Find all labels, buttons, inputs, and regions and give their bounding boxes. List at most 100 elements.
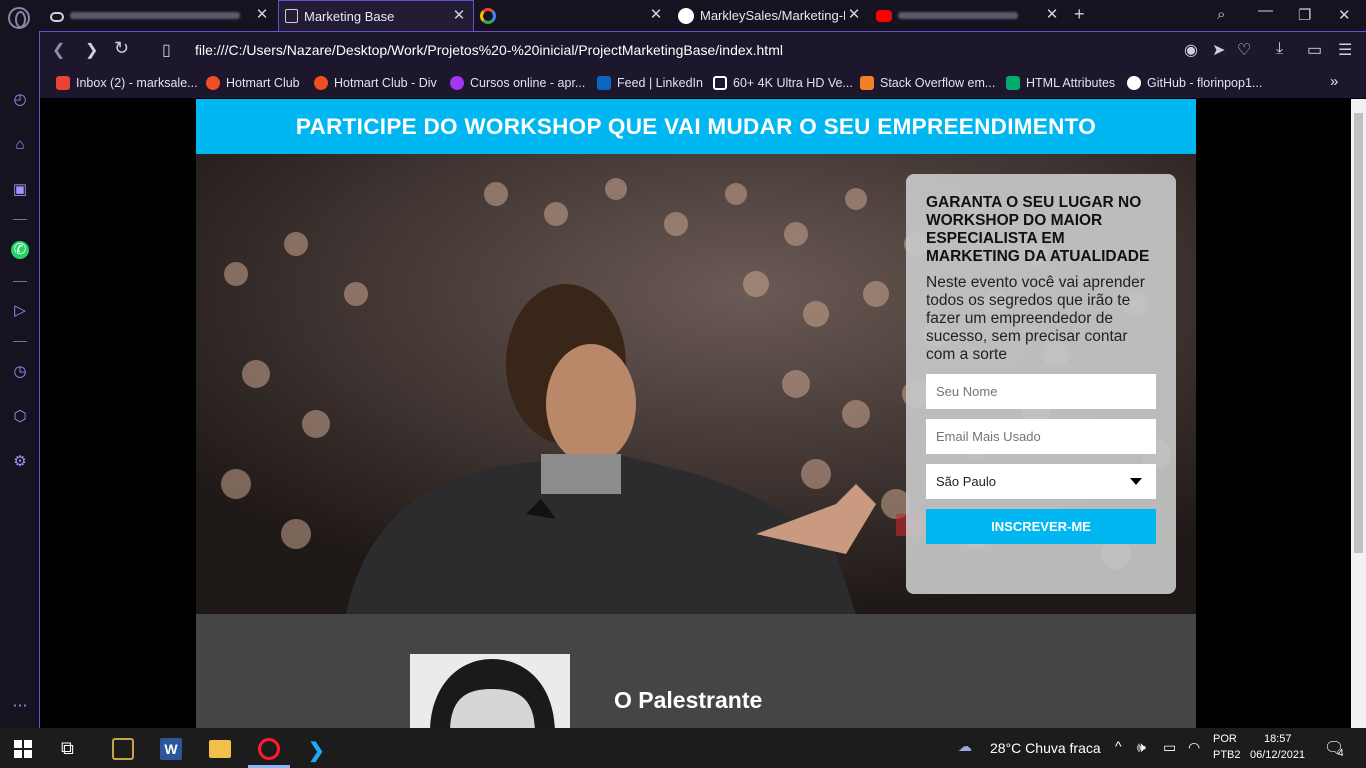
bookmark-inbox[interactable]: Inbox (2) - marksale... xyxy=(56,76,198,90)
opera-sidebar: ◴ ⌂ ▣ ✆ ▷ ◷ ⬡ ⚙ ⋯ xyxy=(0,31,40,728)
bookmark-html-attributes[interactable]: HTML Attributes xyxy=(1006,76,1115,90)
chevron-down-icon xyxy=(1130,478,1142,485)
reload-button[interactable]: ↻ xyxy=(114,38,129,59)
forward-button[interactable]: ❯ xyxy=(85,40,98,60)
tab-label: Marketing Base xyxy=(304,8,395,24)
bookmark-github[interactable]: GitHub - florinpop1... xyxy=(1127,76,1262,90)
linkedin-icon xyxy=(597,76,611,90)
battery-icon[interactable]: ▭ xyxy=(1163,739,1176,756)
download-icon[interactable]: ⤓ xyxy=(1276,40,1283,58)
gamepad-icon xyxy=(50,11,64,22)
back-button[interactable]: ❮ xyxy=(52,40,65,60)
udemy-icon xyxy=(450,76,464,90)
hotmart-icon xyxy=(206,76,220,90)
send-icon[interactable]: ➤ xyxy=(1212,40,1225,60)
search-tabs-icon[interactable]: ⌕ xyxy=(1217,6,1225,23)
youtube-icon xyxy=(876,9,892,22)
extensions-icon[interactable]: ⬡ xyxy=(11,408,29,426)
page-icon xyxy=(285,9,298,23)
task-view-icon[interactable]: ⧉ xyxy=(61,738,83,760)
bookmark-label: GitHub - florinpop1... xyxy=(1147,76,1263,90)
scrollbar-thumb[interactable] xyxy=(1354,113,1363,553)
tab-youtube[interactable]: ✕ xyxy=(870,0,1066,31)
bookmark-label: Hotmart Club - Div xyxy=(334,76,437,90)
restore-button[interactable]: ❐ xyxy=(1298,6,1311,24)
more-icon[interactable]: ⋯ xyxy=(11,697,29,715)
chevron-up-icon[interactable]: ^ xyxy=(1115,738,1122,754)
close-tab-icon[interactable]: ✕ xyxy=(1044,7,1060,23)
bookmark-hotmart[interactable]: Hotmart Club xyxy=(206,76,300,90)
bookmark-hotmart-div[interactable]: Hotmart Club - Div xyxy=(314,76,437,90)
volume-icon[interactable]: 🕪 xyxy=(1137,739,1146,756)
speaker-photo xyxy=(410,654,570,728)
speaker-portrait xyxy=(410,654,570,728)
close-tab-icon[interactable]: ✕ xyxy=(451,8,467,24)
tab-marketing-base[interactable]: Marketing Base ✕ xyxy=(278,0,474,31)
unsplash-icon xyxy=(713,76,727,90)
twitch-icon[interactable]: ▣ xyxy=(11,181,29,199)
tab-github[interactable]: MarkleySales/Marketing-Ba ✕ xyxy=(672,0,868,31)
page-header: PARTICIPE DO WORKSHOP QUE VAI MUDAR O SE… xyxy=(196,99,1196,154)
github-icon xyxy=(1127,76,1141,90)
more-bookmarks-icon[interactable]: » xyxy=(1330,73,1338,90)
city-select[interactable]: São Paulo xyxy=(926,464,1156,499)
heart-icon[interactable]: ♡ xyxy=(1237,40,1251,60)
file-icon: ▯ xyxy=(162,42,171,59)
easy-setup-icon[interactable]: ☰ xyxy=(1338,40,1352,60)
file-explorer-icon[interactable] xyxy=(209,740,231,758)
battery-saver-icon[interactable]: ▭ xyxy=(1307,40,1322,60)
bookmark-cursos[interactable]: Cursos online - apr... xyxy=(450,76,585,90)
hotmart-icon xyxy=(314,76,328,90)
sidebar-divider xyxy=(13,281,27,282)
w3schools-icon xyxy=(1006,76,1020,90)
speed-dial-icon[interactable]: ◴ xyxy=(11,91,29,109)
page-scrollbar[interactable] xyxy=(1351,99,1366,728)
name-input[interactable] xyxy=(926,374,1156,409)
bookmark-label: Feed | LinkedIn xyxy=(617,76,703,90)
tab-bar: ✕ Marketing Base ✕ ✕ MarkleySales/Market… xyxy=(0,0,1366,31)
clock-date[interactable]: 06/12/2021 xyxy=(1250,749,1305,761)
windows-start-icon[interactable] xyxy=(14,740,32,758)
vscode-icon[interactable]: ❯ xyxy=(308,738,330,762)
new-tab-button[interactable]: + xyxy=(1074,4,1085,25)
settings-icon[interactable]: ⚙ xyxy=(11,453,29,471)
history-icon[interactable]: ◷ xyxy=(11,363,29,381)
page-viewport: PARTICIPE DO WORKSHOP QUE VAI MUDAR O SE… xyxy=(41,99,1351,728)
wifi-icon[interactable]: ◠ xyxy=(1188,739,1200,756)
email-input[interactable] xyxy=(926,419,1156,454)
bookmark-linkedin[interactable]: Feed | LinkedIn xyxy=(597,76,703,90)
bag-icon[interactable]: ⌂ xyxy=(11,136,29,154)
bookmark-label: Stack Overflow em... xyxy=(880,76,996,90)
bookmark-4k[interactable]: 60+ 4K Ultra HD Ve... xyxy=(713,76,853,90)
player-icon[interactable]: ▷ xyxy=(11,302,29,320)
bookmark-label: 60+ 4K Ultra HD Ve... xyxy=(733,76,853,90)
close-window-button[interactable]: ✕ xyxy=(1338,6,1351,24)
tab-1[interactable]: ✕ xyxy=(44,0,276,31)
league-of-legends-icon[interactable] xyxy=(112,738,134,760)
bookmark-label: Cursos online - apr... xyxy=(470,76,586,90)
weather-icon[interactable]: ☁ xyxy=(958,738,972,755)
speaker-title: O Palestrante xyxy=(614,687,763,713)
close-tab-icon[interactable]: ✕ xyxy=(846,7,862,23)
tab-google[interactable]: ✕ xyxy=(474,0,670,31)
bookmark-stackoverflow[interactable]: Stack Overflow em... xyxy=(860,76,995,90)
camera-icon[interactable]: ◉ xyxy=(1184,40,1198,60)
minimize-button[interactable]: — xyxy=(1258,2,1273,19)
clock-time[interactable]: 18:57 xyxy=(1264,733,1292,745)
whatsapp-icon[interactable]: ✆ xyxy=(11,241,29,259)
url-field[interactable]: file:///C:/Users/Nazare/Desktop/Work/Pro… xyxy=(195,42,783,58)
speaker-section: O Palestrante xyxy=(196,614,1196,728)
close-tab-icon[interactable]: ✕ xyxy=(254,7,270,23)
keyboard-layout[interactable]: PTB2 xyxy=(1213,749,1241,761)
form-description: Neste evento você vai aprender todos os … xyxy=(926,274,1145,363)
close-tab-icon[interactable]: ✕ xyxy=(648,7,664,23)
address-bar: ❮ ❯ ↻ ▯ file:///C:/Users/Nazare/Desktop/… xyxy=(40,31,1366,68)
opera-taskbar-icon[interactable] xyxy=(258,738,280,760)
word-icon[interactable]: W xyxy=(160,738,182,760)
sidebar-divider xyxy=(13,219,27,220)
github-icon xyxy=(678,7,694,24)
language-code[interactable]: POR xyxy=(1213,733,1237,745)
weather-text[interactable]: 28°C Chuva fraca xyxy=(990,740,1101,756)
subscribe-button[interactable]: INSCREVER-ME xyxy=(926,509,1156,544)
opera-logo-icon[interactable] xyxy=(8,7,30,29)
